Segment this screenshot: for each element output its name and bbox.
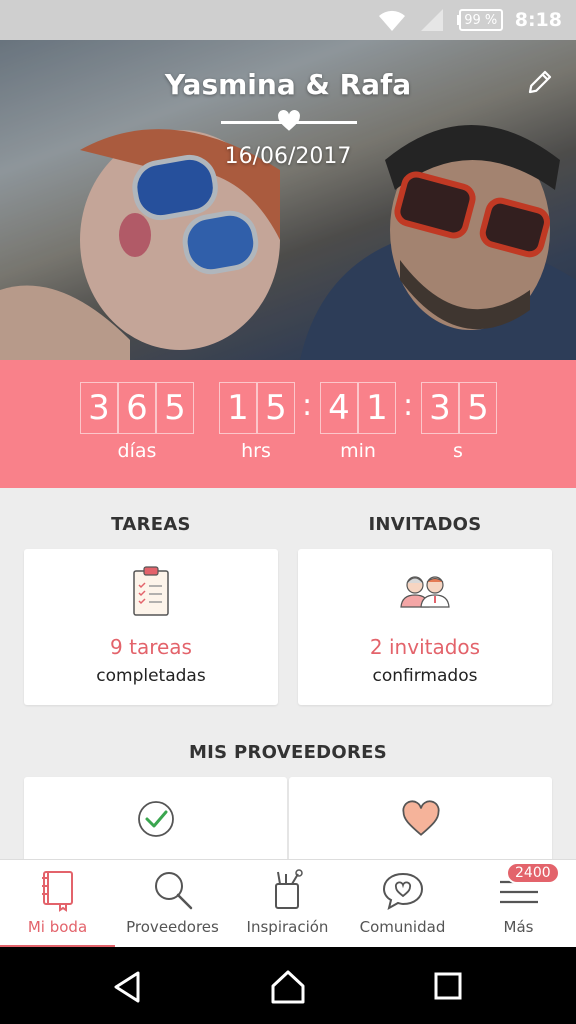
- couple-names: Yasmina & Rafa: [164, 68, 412, 101]
- tasks-count: 9 tareas: [110, 635, 192, 659]
- recents-icon[interactable]: [428, 969, 468, 1005]
- nav-item-inspiracion[interactable]: Inspiración: [230, 860, 345, 948]
- hours-digit: 1: [219, 382, 257, 434]
- inspiration-icon: [274, 869, 303, 909]
- clock: 8:18: [514, 9, 562, 31]
- heart-icon: [278, 110, 300, 131]
- home-icon[interactable]: [268, 969, 308, 1005]
- signal-icon: [420, 9, 443, 31]
- system-navigation-bar: [0, 947, 576, 1024]
- days-digit: 6: [118, 382, 156, 434]
- battery-indicator: 99 %: [456, 9, 503, 31]
- edit-button[interactable]: [522, 64, 558, 100]
- guests-count: 2 invitados: [369, 635, 481, 659]
- colon-separator: :: [302, 388, 313, 423]
- heart-icon: [401, 800, 440, 836]
- vendors-favorites-card[interactable]: [289, 777, 552, 867]
- days-digit: 5: [156, 382, 194, 434]
- nav-label: Más: [503, 918, 534, 936]
- seconds-label: s: [453, 440, 463, 462]
- seconds-digit: 5: [459, 382, 497, 434]
- tasks-card[interactable]: 9 tareas completadas: [24, 549, 278, 705]
- wifi-icon: [378, 10, 405, 31]
- status-bar: 99 % 8:18: [0, 0, 576, 40]
- countdown-timer: 3 6 5 1 5 : 4 1 : 3 5 días hrs min s: [0, 360, 576, 488]
- notification-badge: 2400: [506, 862, 560, 884]
- guests-subtitle: confirmados: [372, 666, 478, 686]
- nav-item-proveedores[interactable]: Proveedores: [115, 860, 230, 948]
- guests-title: INVITADOS: [368, 514, 482, 535]
- guests-icon: [400, 576, 450, 608]
- vendors-title: MIS PROVEEDORES: [188, 742, 388, 763]
- check-circle-icon: [137, 801, 174, 837]
- bottom-navigation: Mi boda Proveedores Inspiración Comunida…: [0, 859, 576, 948]
- tasks-subtitle: completadas: [96, 666, 206, 686]
- guests-card[interactable]: 2 invitados confirmados: [298, 549, 552, 705]
- hours-label: hrs: [241, 440, 271, 462]
- days-digit: 3: [80, 382, 118, 434]
- minutes-label: min: [340, 440, 376, 462]
- notebook-icon: [41, 871, 73, 912]
- tasks-title: TAREAS: [111, 514, 191, 535]
- seconds-digit: 3: [421, 382, 459, 434]
- back-icon[interactable]: [108, 969, 148, 1005]
- couple-header: Yasmina & Rafa 16/06/2017: [0, 40, 576, 360]
- nav-label: Inspiración: [246, 918, 329, 936]
- wedding-date: 16/06/2017: [224, 144, 352, 169]
- nav-item-comunidad[interactable]: Comunidad: [345, 860, 460, 948]
- colon-separator: :: [403, 388, 414, 423]
- nav-item-mi-boda[interactable]: Mi boda: [0, 860, 115, 948]
- hours-digit: 5: [257, 382, 295, 434]
- nav-label: Mi boda: [27, 918, 88, 936]
- minutes-digit: 4: [320, 382, 358, 434]
- chat-heart-icon: [382, 872, 423, 910]
- minutes-digit: 1: [358, 382, 396, 434]
- pencil-icon: [528, 70, 552, 94]
- vendors-booked-card[interactable]: [24, 777, 287, 867]
- search-icon: [154, 872, 192, 910]
- days-label: días: [117, 440, 157, 462]
- nav-label: Proveedores: [126, 918, 219, 936]
- clipboard-icon: [133, 566, 169, 616]
- nav-label: Comunidad: [359, 918, 446, 936]
- battery-level: 99 %: [458, 9, 503, 31]
